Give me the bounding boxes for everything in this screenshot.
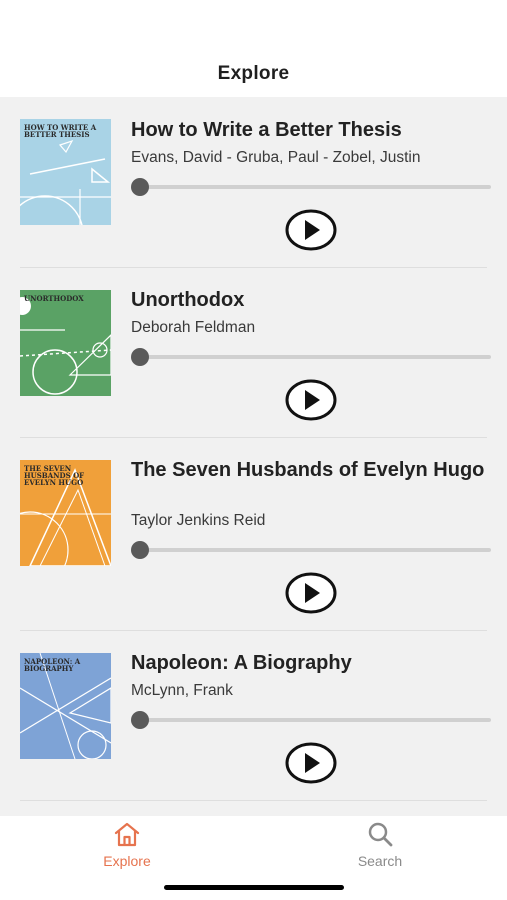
- search-icon: [368, 822, 393, 847]
- cover-art: [20, 290, 111, 396]
- play-icon: [285, 209, 337, 251]
- list-item[interactable]: NAPOLEON: A BIOGRAPHY Napoleon: A Biogra…: [0, 631, 507, 801]
- book-author: McLynn, Frank: [131, 682, 233, 699]
- progress-slider[interactable]: [140, 185, 491, 189]
- home-indicator: [164, 885, 344, 890]
- slider-thumb[interactable]: [131, 178, 149, 196]
- book-author: Evans, David - Gruba, Paul - Zobel, Just…: [131, 149, 421, 166]
- book-cover[interactable]: NAPOLEON: A BIOGRAPHY: [20, 653, 111, 759]
- slider-thumb[interactable]: [131, 711, 149, 729]
- book-author: Deborah Feldman: [131, 319, 256, 336]
- cover-title: NAPOLEON: A BIOGRAPHY: [24, 657, 81, 673]
- play-button[interactable]: [285, 379, 337, 421]
- progress-slider[interactable]: [140, 355, 491, 359]
- page-title: Explore: [217, 63, 290, 84]
- divider: [20, 800, 487, 801]
- list-item[interactable]: THE SEVEN HUSBANDS OF EVELYN HUGO The Se…: [0, 438, 507, 631]
- book-cover[interactable]: UNORTHODOX: [20, 290, 111, 396]
- slider-thumb[interactable]: [131, 348, 149, 366]
- book-author: Taylor Jenkins Reid: [131, 512, 266, 529]
- play-icon: [285, 379, 337, 421]
- cover-title: HOW TO WRITE A BETTER THESIS: [24, 123, 97, 139]
- book-cover[interactable]: HOW TO WRITE A BETTER THESIS: [20, 119, 111, 225]
- list-item[interactable]: UNORTHODOX Unorthodox Deborah Feldman: [0, 268, 507, 438]
- tab-search[interactable]: Search: [300, 816, 460, 876]
- cover-title: UNORTHODOX: [24, 294, 84, 303]
- book-title: How to Write a Better Thesis: [131, 119, 402, 141]
- play-button[interactable]: [285, 209, 337, 251]
- play-icon: [285, 742, 337, 784]
- tab-explore[interactable]: Explore: [47, 816, 207, 876]
- tab-search-label: Search: [357, 853, 403, 869]
- progress-slider[interactable]: [140, 718, 491, 722]
- tab-explore-label: Explore: [103, 853, 151, 869]
- play-icon: [285, 572, 337, 614]
- cover-title: THE SEVEN HUSBANDS OF EVELYN HUGO: [24, 464, 85, 487]
- slider-thumb[interactable]: [131, 541, 149, 559]
- progress-slider[interactable]: [140, 548, 491, 552]
- book-title: Napoleon: A Biography: [131, 652, 352, 674]
- book-list[interactable]: HOW TO WRITE A BETTER THESIS How to Writ…: [0, 97, 507, 816]
- play-button[interactable]: [285, 742, 337, 784]
- book-title: The Seven Husbands of Evelyn Hugo: [131, 459, 485, 481]
- book-title: Unorthodox: [131, 289, 245, 311]
- home-icon: [114, 822, 140, 847]
- play-button[interactable]: [285, 572, 337, 614]
- header: Explore: [0, 0, 507, 97]
- list-item[interactable]: HOW TO WRITE A BETTER THESIS How to Writ…: [0, 97, 507, 268]
- book-cover[interactable]: THE SEVEN HUSBANDS OF EVELYN HUGO: [20, 460, 111, 566]
